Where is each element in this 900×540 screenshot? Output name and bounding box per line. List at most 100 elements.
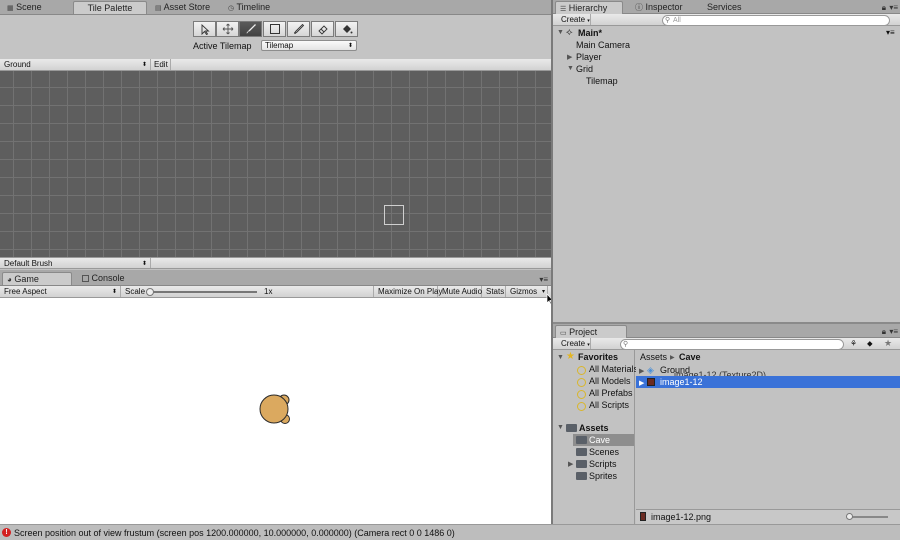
tab-tile-palette[interactable]: Tile Palette <box>73 1 147 14</box>
tab-hierarchy-label: Hierarchy <box>568 3 608 13</box>
folder-cave[interactable]: Cave <box>589 435 610 445</box>
scale-slider-track[interactable] <box>149 291 257 293</box>
icon-size-slider-track[interactable] <box>848 516 888 518</box>
scale-slider-thumb[interactable] <box>146 288 154 296</box>
expand-arrow-icon[interactable]: ▶ <box>567 53 572 61</box>
scene-name[interactable]: Main* <box>578 28 602 38</box>
folder-icon <box>576 448 587 456</box>
game-controller-icon: ◕ <box>7 275 12 284</box>
scene-fold-arrow-icon[interactable]: ▼ <box>557 29 564 36</box>
picker-tool-button[interactable] <box>287 21 310 37</box>
dropdown-arrow-icon: ⬍ <box>141 62 147 68</box>
move-tool-button[interactable] <box>216 21 239 37</box>
hierarchy-tab-bar: ☰ Hierarchy ⓘ Inspector Services 🔒︎ ▾≡ <box>553 0 900 14</box>
hierarchy-create-button[interactable]: Create ▾ <box>557 14 591 25</box>
expand-arrow-icon[interactable]: ▶ <box>568 460 573 468</box>
gizmos-label: Gizmos <box>510 287 538 296</box>
favorites-header[interactable]: Favorites <box>578 352 618 362</box>
icon-size-slider-thumb[interactable] <box>846 513 853 520</box>
tab-project-label: Project <box>569 327 598 337</box>
palette-select[interactable]: Ground ⬍ <box>0 59 151 70</box>
tab-game[interactable]: ◕ Game <box>2 272 72 285</box>
lock-icon[interactable]: 🔒︎ <box>882 327 886 337</box>
tab-console-label: Console <box>91 273 125 283</box>
palette-edit-button[interactable]: Edit <box>151 59 171 70</box>
maximize-on-play-toggle[interactable]: Maximize On Play <box>373 286 442 297</box>
scene-tab-icon: ▦ <box>7 5 14 12</box>
favorites-star-icon: ★ <box>566 351 575 362</box>
tab-scene[interactable]: ▦ Scene <box>3 1 63 14</box>
tab-console[interactable]: Console <box>78 272 138 285</box>
tab-asset-store[interactable]: ▤ Asset Store <box>151 1 223 14</box>
folder-scenes[interactable]: Scenes <box>589 447 619 457</box>
lock-icon[interactable]: 🔒︎ <box>882 3 886 13</box>
paint-tool-button[interactable] <box>239 21 262 37</box>
expand-arrow-icon[interactable]: ▶ <box>639 367 644 375</box>
palette-header-bar: Ground ⬍ Edit <box>0 59 551 71</box>
texture-icon <box>640 512 646 521</box>
active-tilemap-select[interactable]: Tilemap ⬍ <box>261 40 357 51</box>
select-tool-button[interactable] <box>193 21 216 37</box>
folder-sprites[interactable]: Sprites <box>589 471 617 481</box>
hierarchy-panel <box>553 14 900 322</box>
scale-value: 1x <box>264 287 273 296</box>
asset-image1-12[interactable]: image1-12 <box>660 377 703 387</box>
filter-by-label-icon[interactable]: ⬥ <box>867 339 873 349</box>
filter-by-type-icon[interactable]: ⚘ <box>850 339 857 348</box>
tab-inspector[interactable]: ⓘ Inspector <box>631 1 701 14</box>
status-message: Screen position out of view frustum (scr… <box>14 528 455 538</box>
favorite-all-materials[interactable]: All Materials <box>589 364 638 374</box>
tab-hierarchy[interactable]: ☰ Hierarchy <box>555 1 623 14</box>
tab-timeline[interactable]: ◷ Timeline <box>224 1 284 14</box>
favorite-all-scripts[interactable]: All Scripts <box>589 400 629 410</box>
hierarchy-search-input[interactable]: ⚲ All <box>662 15 890 26</box>
breadcrumb-cave[interactable]: Cave <box>679 352 701 362</box>
active-tilemap-label: Active Tilemap <box>193 41 252 51</box>
tab-services[interactable]: Services <box>703 1 753 14</box>
maximize-label: Maximize On Play <box>378 287 443 296</box>
gizmos-toggle[interactable]: Gizmos ▾ <box>506 286 548 297</box>
project-tab-bar: ▭ Project 🔒︎ ▾≡ <box>553 324 900 338</box>
brush-select[interactable]: Default Brush ⬍ <box>0 258 151 268</box>
collapse-arrow-icon[interactable]: ▼ <box>557 354 564 361</box>
panel-menu-icon[interactable]: ▾≡ <box>889 327 898 336</box>
panel-menu-icon[interactable]: ▾≡ <box>886 28 895 37</box>
fill-tool-button[interactable] <box>335 21 358 37</box>
eraser-tool-button[interactable] <box>311 21 334 37</box>
aspect-select[interactable]: Free Aspect ⬍ <box>0 286 121 297</box>
stats-toggle[interactable]: Stats <box>482 286 506 297</box>
hierarchy-item-main-camera[interactable]: Main Camera <box>576 40 630 50</box>
collapse-arrow-icon[interactable]: ▼ <box>567 65 574 72</box>
texture-icon <box>647 378 655 386</box>
favorite-all-prefabs[interactable]: All Prefabs <box>589 388 633 398</box>
status-bar[interactable]: ! Screen position out of view frustum (s… <box>0 524 900 540</box>
hierarchy-item-player[interactable]: Player <box>576 52 602 62</box>
box-fill-tool-button[interactable] <box>263 21 286 37</box>
top-tab-bar: ▦ Scene Tile Palette ▤ Asset Store ◷ Tim… <box>0 0 551 15</box>
timeline-icon: ◷ <box>228 5 235 12</box>
favorite-all-models[interactable]: All Models <box>589 376 631 386</box>
folder-icon <box>576 436 587 444</box>
panel-menu-icon[interactable]: ▾≡ <box>539 275 548 284</box>
breadcrumb-assets[interactable]: Assets <box>640 352 667 362</box>
expand-arrow-icon[interactable]: ▶ <box>639 379 644 387</box>
hierarchy-item-tilemap[interactable]: Tilemap <box>586 76 618 86</box>
search-icon: ⚲ <box>623 341 629 348</box>
folder-scripts[interactable]: Scripts <box>589 459 617 469</box>
project-create-button[interactable]: Create ▾ <box>557 338 591 349</box>
dropdown-arrow-icon: ⬍ <box>347 43 353 49</box>
favorite-star-icon[interactable]: ★ <box>884 338 892 349</box>
collapse-arrow-icon[interactable]: ▼ <box>557 424 564 431</box>
assets-root[interactable]: Assets <box>579 423 609 433</box>
game-viewport[interactable] <box>0 298 551 524</box>
tab-project[interactable]: ▭ Project <box>555 325 627 338</box>
hierarchy-item-grid[interactable]: Grid <box>576 64 593 74</box>
player-sprite <box>259 394 290 424</box>
panel-menu-icon[interactable]: ▾≡ <box>889 3 898 12</box>
search-placeholder: All <box>673 17 681 24</box>
mute-audio-toggle[interactable]: Mute Audio <box>438 286 482 297</box>
tile-palette-prefab-icon: ◈ <box>647 365 654 375</box>
project-search-input[interactable]: ⚲ <box>620 339 844 350</box>
eraser-icon <box>317 25 328 35</box>
tile-palette-grid[interactable] <box>0 71 551 257</box>
